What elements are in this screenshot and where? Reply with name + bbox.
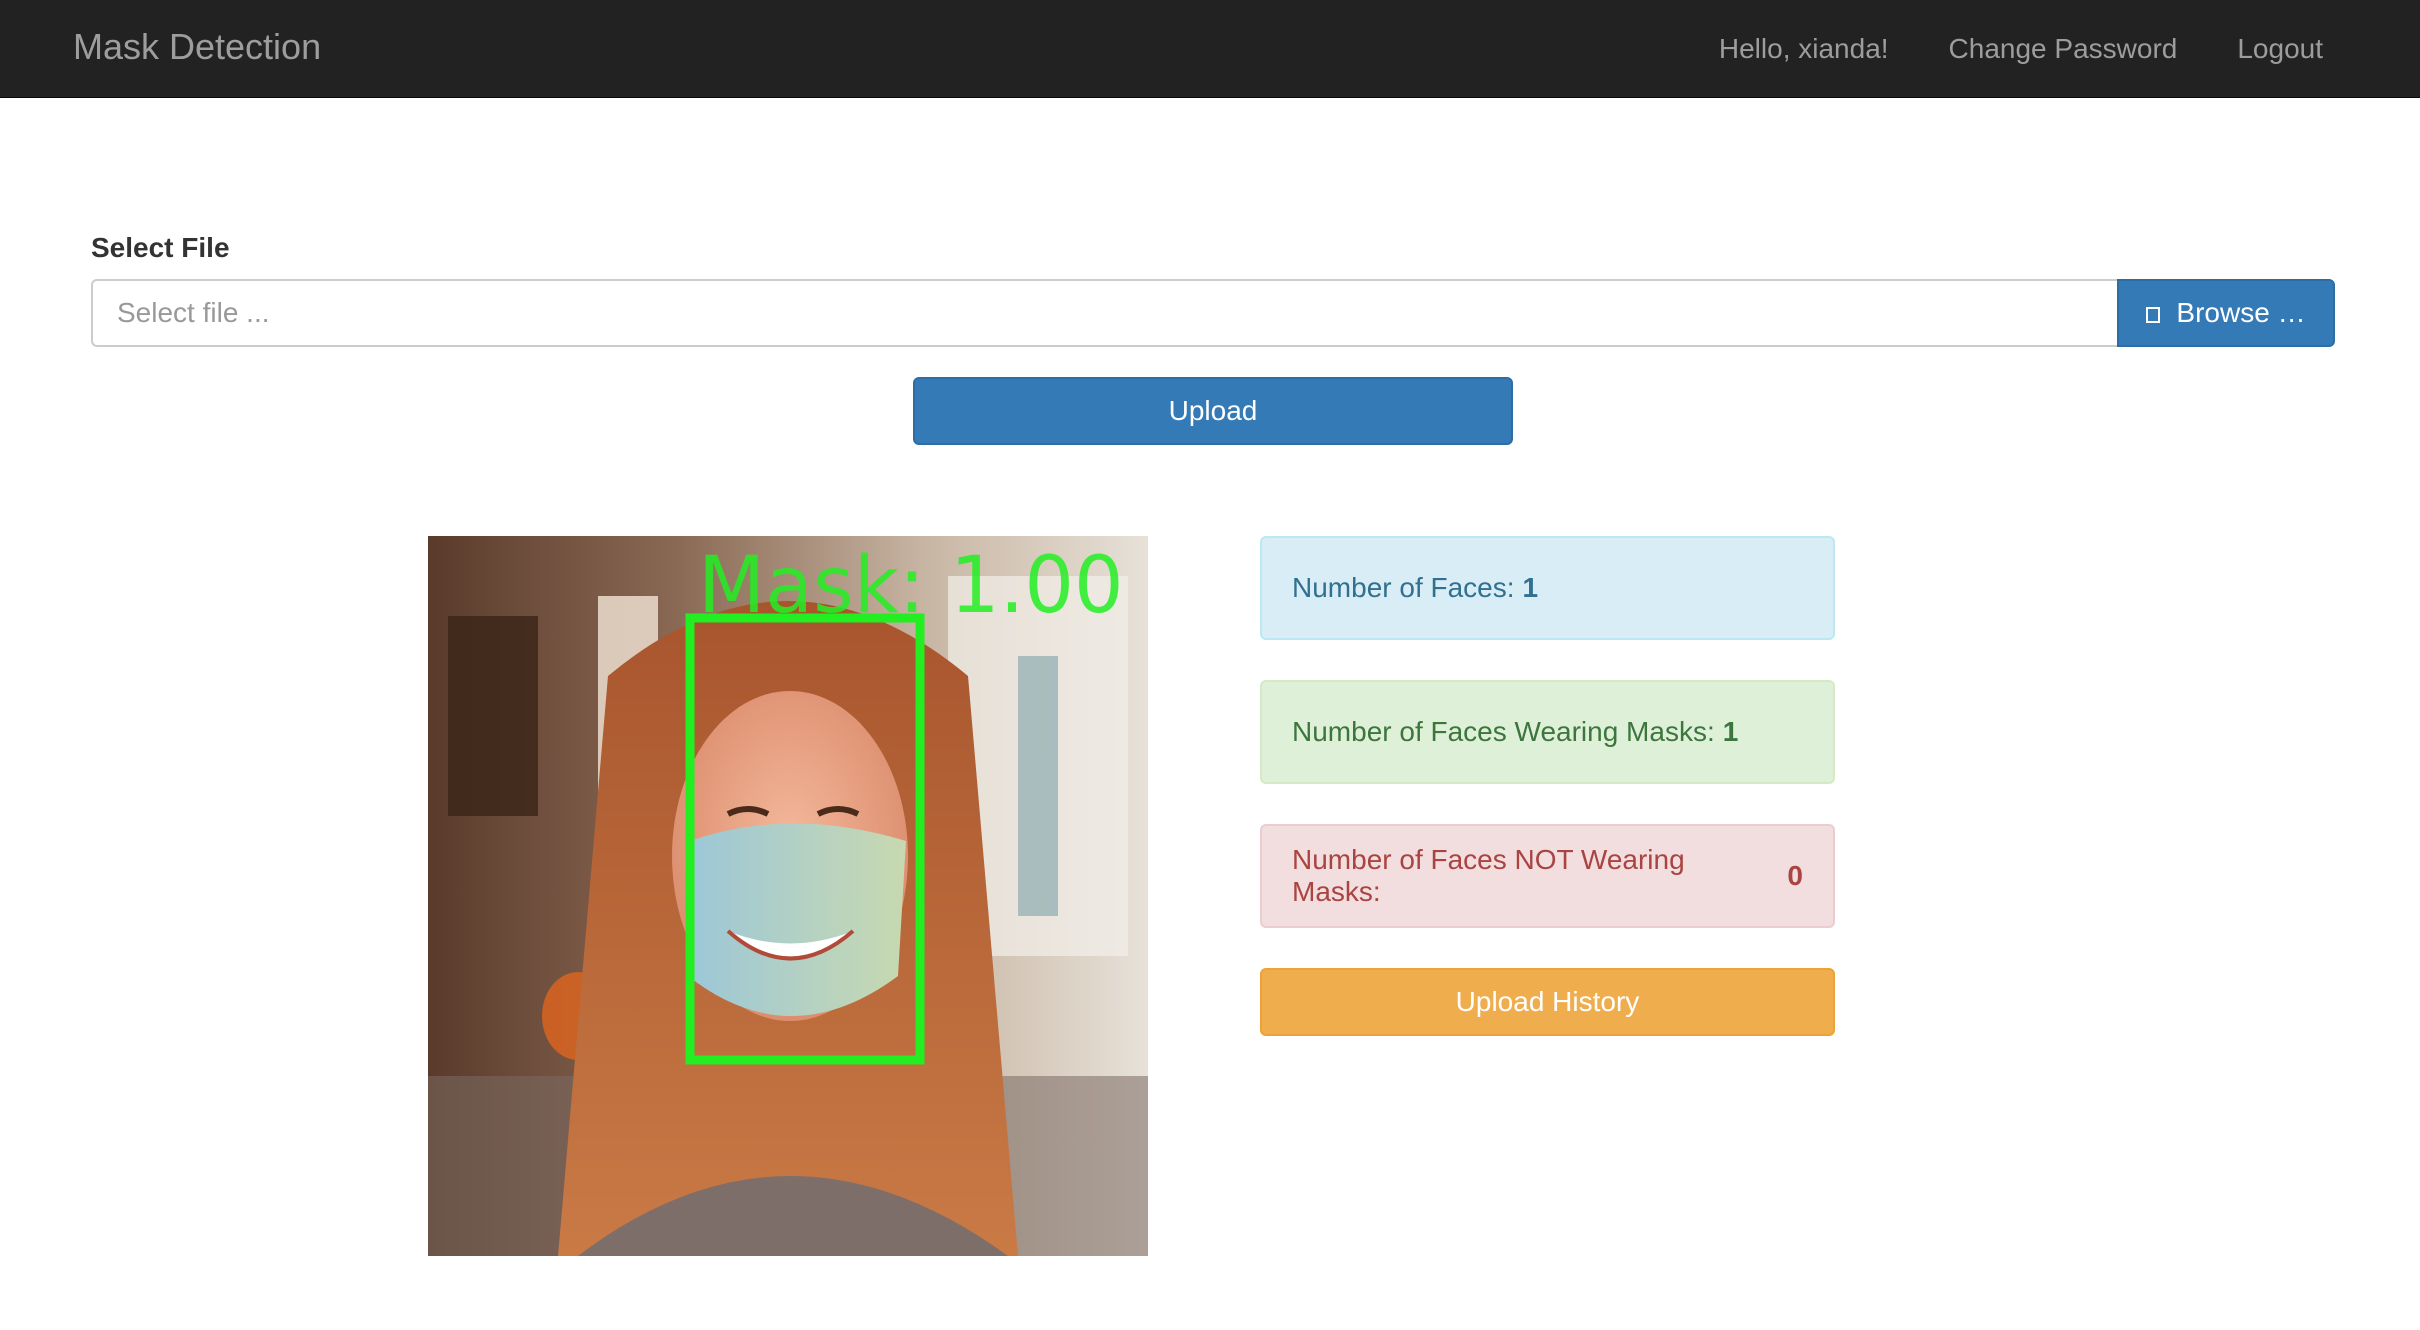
detection-label: Mask: 1.00 <box>698 541 1124 631</box>
masked-count-label: Number of Faces Wearing Masks: <box>1292 716 1715 747</box>
browse-button-label: Browse … <box>2176 297 2306 328</box>
brand-link[interactable]: Mask Detection <box>73 0 321 98</box>
unmasked-count-alert: Number of Faces NOT Wearing Masks: 0 <box>1260 824 1835 928</box>
navbar-right: Hello, xianda! Change Password Logout <box>1719 0 2420 98</box>
faces-count-alert: Number of Faces: 1 <box>1260 536 1835 640</box>
masked-count-alert: Number of Faces Wearing Masks: 1 <box>1260 680 1835 784</box>
faces-count-label: Number of Faces: <box>1292 572 1515 603</box>
file-path-input[interactable] <box>91 279 2117 347</box>
upload-history-button[interactable]: Upload History <box>1260 968 1835 1036</box>
browse-button[interactable]: Browse … <box>2117 279 2335 347</box>
select-file-label: Select File <box>91 232 230 263</box>
faces-count-value: 1 <box>1522 572 1539 603</box>
file-icon <box>2146 307 2161 323</box>
face-photo: Mask: 1.00 <box>428 536 1148 1256</box>
user-greeting-link[interactable]: Hello, xianda! <box>1719 2 1889 96</box>
upload-button[interactable]: Upload <box>913 377 1513 445</box>
change-password-link[interactable]: Change Password <box>1949 2 2178 96</box>
logout-link[interactable]: Logout <box>2237 2 2323 96</box>
detection-result-image: Mask: 1.00 <box>428 536 1148 1256</box>
masked-count-value: 1 <box>1722 716 1739 747</box>
unmasked-count-value: 0 <box>1787 860 1803 891</box>
top-navbar: Mask Detection Hello, xianda! Change Pas… <box>0 0 2420 98</box>
unmasked-count-label: Number of Faces NOT Wearing Masks: <box>1292 844 1685 907</box>
file-input-group: Browse … <box>91 279 2335 347</box>
